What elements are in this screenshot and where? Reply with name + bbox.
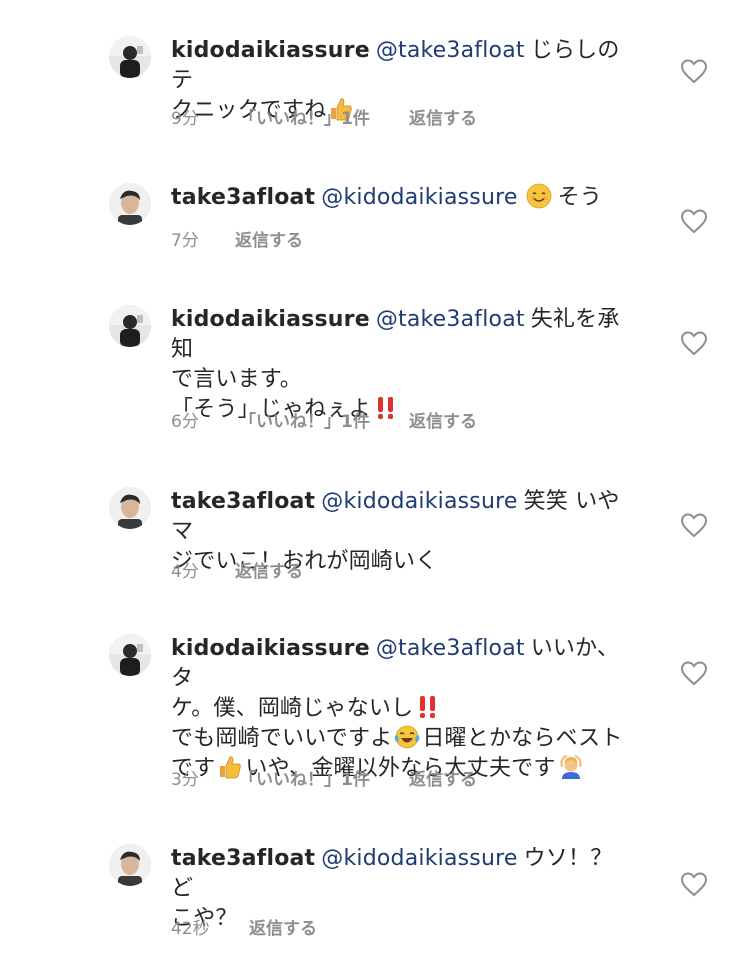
comment-username[interactable]: kidodaikiassure — [171, 636, 370, 661]
comment-mention-link[interactable]: @kidodaikiassure — [321, 489, 517, 514]
reply-button[interactable]: 返信する — [409, 407, 477, 432]
comment-time: 6分 — [171, 412, 199, 432]
reply-button[interactable]: 返信する — [235, 226, 303, 251]
heart-outline-icon[interactable] — [680, 871, 708, 897]
comment-time: 42秒 — [171, 919, 210, 939]
reply-button[interactable]: 返信する — [409, 104, 477, 129]
avatar[interactable] — [109, 183, 151, 225]
comment-likes[interactable]: 「いいね！」1件 — [239, 104, 409, 129]
comment-mention-link[interactable]: @kidodaikiassure — [321, 185, 517, 210]
comment-meta: 6分 「いいね！」1件 返信する — [171, 407, 477, 432]
comment-username[interactable]: kidodaikiassure — [171, 307, 370, 332]
comment-likes[interactable]: 「いいね！」1件 — [239, 765, 409, 790]
avatar[interactable] — [109, 487, 151, 529]
avatar[interactable] — [109, 36, 151, 78]
comment-meta: 9分 「いいね！」1件 返信する — [171, 104, 477, 129]
comment-username[interactable]: take3afloat — [171, 489, 315, 514]
double-exclamation-emoji — [420, 696, 436, 718]
comment-body: take3afloat @kidodaikiassure そう — [171, 183, 641, 213]
comment-mention-link[interactable]: @take3afloat — [376, 636, 525, 661]
smiling-face-emoji — [526, 183, 552, 209]
avatar[interactable] — [109, 634, 151, 676]
comment-time: 9分 — [171, 109, 199, 129]
comment-meta: 4分 返信する — [171, 557, 303, 582]
avatar[interactable] — [109, 844, 151, 886]
person-ok-gesture-emoji — [559, 754, 582, 779]
comment-text: で言います。 — [171, 367, 303, 392]
comment-meta: 3分 「いいね！」1件 返信する — [171, 765, 477, 790]
heart-outline-icon[interactable] — [680, 208, 708, 234]
heart-outline-icon[interactable] — [680, 330, 708, 356]
comment-mention-link[interactable]: @kidodaikiassure — [321, 846, 517, 871]
comment-time: 3分 — [171, 770, 199, 790]
comment-username[interactable]: take3afloat — [171, 846, 315, 871]
reply-button[interactable]: 返信する — [409, 765, 477, 790]
tears-of-joy-emoji — [395, 725, 420, 749]
comment-text: そう — [557, 185, 603, 210]
comment-username[interactable]: take3afloat — [171, 185, 315, 210]
heart-outline-icon[interactable] — [680, 660, 708, 686]
comment-username[interactable]: kidodaikiassure — [171, 38, 370, 63]
comment-text: ケ。僕、岡崎じゃないし — [171, 696, 414, 721]
comment-mention-link[interactable]: @take3afloat — [376, 38, 525, 63]
comment-time: 4分 — [171, 562, 199, 582]
comment-meta: 42秒 返信する — [171, 914, 317, 939]
avatar[interactable] — [109, 305, 151, 347]
reply-button[interactable]: 返信する — [235, 557, 303, 582]
comment-likes[interactable]: 「いいね！」1件 — [239, 407, 409, 432]
heart-outline-icon[interactable] — [680, 58, 708, 84]
comment-mention-link[interactable]: @take3afloat — [376, 307, 525, 332]
heart-outline-icon[interactable] — [680, 512, 708, 538]
comment-time: 7分 — [171, 231, 199, 251]
comment-meta: 7分 返信する — [171, 226, 303, 251]
comment-text: でも岡崎でいいですよ — [171, 726, 393, 751]
comment-text: 日曜とかならベスト — [422, 726, 623, 751]
comment-body: kidodaikiassure @take3afloat いいか、タ ケ。僕、岡崎じ… — [171, 634, 641, 784]
reply-button[interactable]: 返信する — [249, 914, 317, 939]
